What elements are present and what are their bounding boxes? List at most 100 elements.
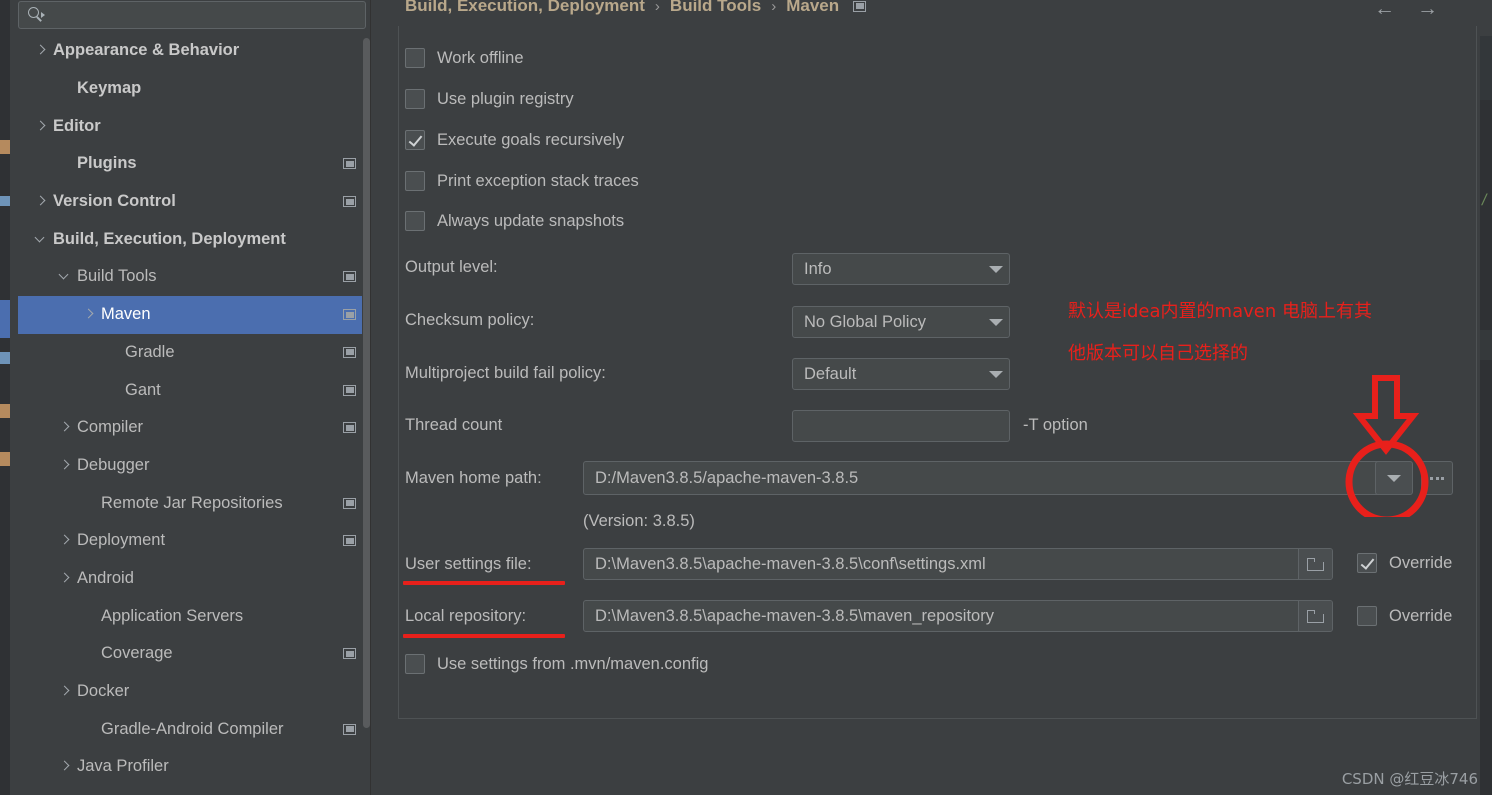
chevron-right-icon[interactable] bbox=[34, 120, 47, 133]
local-repository-input[interactable]: D:\Maven3.8.5\apache-maven-3.8.5\maven_r… bbox=[583, 600, 1333, 632]
user-settings-override-checkbox[interactable]: Override bbox=[1357, 553, 1452, 573]
maven-home-path-dropdown-button[interactable] bbox=[1375, 461, 1413, 495]
breadcrumb-item-build-tools[interactable]: Build Tools bbox=[670, 0, 761, 16]
project-scope-badge-icon bbox=[343, 384, 356, 396]
sidebar-item-label: Version Control bbox=[53, 192, 176, 211]
chevron-right-icon[interactable] bbox=[58, 534, 71, 547]
sidebar-item-application-servers[interactable]: Application Servers bbox=[18, 597, 370, 635]
project-scope-badge-icon bbox=[343, 535, 356, 547]
sidebar-item-deployment[interactable]: Deployment bbox=[18, 522, 370, 560]
thread-count-input[interactable] bbox=[792, 410, 1010, 442]
sidebar-item-maven[interactable]: Maven bbox=[18, 295, 370, 334]
sidebar-item-editor[interactable]: Editor bbox=[18, 107, 370, 145]
chevron-right-icon[interactable] bbox=[58, 685, 71, 698]
sidebar-item-label: Remote Jar Repositories bbox=[101, 493, 283, 512]
chevron-down-icon[interactable] bbox=[34, 233, 47, 246]
sidebar-item-label: Deployment bbox=[77, 531, 166, 550]
search-input[interactable] bbox=[48, 6, 365, 24]
back-arrow-icon[interactable]: ← bbox=[1374, 0, 1395, 19]
sidebar-item-android[interactable]: Android bbox=[18, 560, 370, 598]
sidebar-item-keymap[interactable]: Keymap bbox=[18, 70, 370, 108]
folder-icon bbox=[1307, 609, 1324, 623]
sidebar-item-version-control[interactable]: Version Control bbox=[18, 183, 370, 221]
sidebar-item-debugger[interactable]: Debugger bbox=[18, 447, 370, 485]
annotation-note-line-1: 默认是idea内置的maven 电脑上有其 bbox=[1068, 301, 1372, 322]
breadcrumb: Build, Execution, Deployment › Build Too… bbox=[405, 0, 867, 16]
checkbox-row-print-exception-stack-traces[interactable]: Print exception stack traces bbox=[405, 171, 639, 191]
chevron-down-icon[interactable] bbox=[58, 270, 71, 283]
multiproject-policy-value: Default bbox=[804, 364, 857, 383]
multiproject-policy-dropdown[interactable]: Default bbox=[792, 358, 1010, 390]
project-scope-badge-icon bbox=[343, 271, 356, 283]
user-settings-override-label: Override bbox=[1389, 553, 1453, 572]
maven-home-path-input[interactable]: D:/Maven3.8.5/apache-maven-3.8.5 bbox=[583, 461, 1403, 495]
sidebar-item-remote-jar-repositories[interactable]: Remote Jar Repositories bbox=[18, 484, 370, 522]
checkbox-row-always-update-snapshots[interactable]: Always update snapshots bbox=[405, 211, 624, 231]
sidebar-item-docker[interactable]: Docker bbox=[18, 673, 370, 711]
settings-search-box[interactable] bbox=[18, 1, 366, 29]
background-ide-left-strip bbox=[0, 0, 10, 795]
sidebar-item-coverage[interactable]: Coverage bbox=[18, 635, 370, 673]
local-repository-browse-button[interactable] bbox=[1298, 601, 1332, 631]
use-mvn-config-checkbox-row[interactable]: Use settings from .mvn/maven.config bbox=[405, 654, 708, 674]
search-icon bbox=[28, 7, 48, 23]
checkbox-icon bbox=[405, 171, 425, 191]
project-scope-badge-icon bbox=[343, 309, 356, 321]
settings-dialog: Appearance & Behavior Keymap Editor Plugins… bbox=[10, 0, 1480, 795]
project-scope-badge-icon bbox=[343, 723, 356, 735]
checkbox-icon bbox=[405, 48, 425, 68]
local-repository-override-checkbox[interactable]: Override bbox=[1357, 606, 1452, 626]
breadcrumb-separator-icon: › bbox=[771, 0, 777, 15]
checksum-policy-dropdown[interactable]: No Global Policy bbox=[792, 306, 1010, 338]
sidebar-item-label: Android bbox=[77, 568, 134, 587]
chevron-right-icon[interactable] bbox=[58, 760, 71, 773]
checkbox-label: Print exception stack traces bbox=[437, 171, 639, 190]
chevron-down-icon bbox=[1387, 474, 1401, 482]
output-level-dropdown[interactable]: Info bbox=[792, 253, 1010, 285]
sidebar-item-gradle[interactable]: Gradle bbox=[18, 334, 370, 372]
chevron-right-icon[interactable] bbox=[34, 44, 47, 57]
breadcrumb-item-build-execution-deployment[interactable]: Build, Execution, Deployment bbox=[405, 0, 645, 16]
breadcrumb-separator-icon: › bbox=[654, 0, 660, 15]
sidebar-item-label: Gradle-Android Compiler bbox=[101, 719, 284, 738]
user-settings-file-input[interactable]: D:\Maven3.8.5\apache-maven-3.8.5\conf\se… bbox=[583, 548, 1333, 580]
sidebar-item-java-profiler[interactable]: Java Profiler bbox=[18, 748, 370, 786]
user-settings-file-browse-button[interactable] bbox=[1298, 549, 1332, 579]
background-chip bbox=[0, 196, 10, 206]
chevron-right-icon[interactable] bbox=[58, 421, 71, 434]
maven-home-path-browse-button[interactable] bbox=[1421, 461, 1453, 495]
sidebar-item-label: Gradle bbox=[125, 342, 175, 361]
output-level-value: Info bbox=[804, 259, 832, 278]
checkbox-row-work-offline[interactable]: Work offline bbox=[405, 48, 524, 68]
checkbox-icon bbox=[1357, 606, 1377, 626]
chevron-right-icon[interactable] bbox=[58, 572, 71, 585]
sidebar-item-plugins[interactable]: Plugins bbox=[18, 145, 370, 183]
sidebar-item-compiler[interactable]: Compiler bbox=[18, 409, 370, 447]
sidebar-item-appearance-behavior[interactable]: Appearance & Behavior bbox=[18, 32, 370, 70]
sidebar-item-gradle-android-compiler[interactable]: Gradle-Android Compiler bbox=[18, 710, 370, 748]
chevron-right-icon[interactable] bbox=[82, 308, 95, 321]
folder-icon bbox=[1307, 557, 1324, 571]
sidebar-item-build-execution-deployment[interactable]: Build, Execution, Deployment bbox=[18, 220, 370, 258]
maven-version-note: (Version: 3.8.5) bbox=[583, 512, 695, 530]
maven-home-path-label: Maven home path: bbox=[405, 469, 542, 487]
user-settings-file-value: D:\Maven3.8.5\apache-maven-3.8.5\conf\se… bbox=[595, 554, 986, 573]
sidebar-scrollbar-thumb[interactable] bbox=[363, 38, 370, 728]
checkbox-label: Always update snapshots bbox=[437, 211, 625, 230]
settings-sidebar[interactable]: Appearance & Behavior Keymap Editor Plugins… bbox=[18, 32, 370, 795]
sidebar-item-gant[interactable]: Gant bbox=[18, 371, 370, 409]
sidebar-item-label: Appearance & Behavior bbox=[53, 41, 240, 60]
forward-arrow-icon[interactable]: → bbox=[1417, 0, 1438, 19]
sidebar-item-build-tools[interactable]: Build Tools bbox=[18, 258, 370, 296]
checkbox-row-execute-goals-recursively[interactable]: Execute goals recursively bbox=[405, 130, 624, 150]
sidebar-item-label: Java Profiler bbox=[77, 757, 169, 776]
user-settings-file-underline-annotation bbox=[403, 581, 565, 585]
breadcrumb-item-maven[interactable]: Maven bbox=[786, 0, 839, 16]
checkbox-row-use-plugin-registry[interactable]: Use plugin registry bbox=[405, 89, 574, 109]
chevron-right-icon[interactable] bbox=[58, 459, 71, 472]
local-repository-override-label: Override bbox=[1389, 606, 1453, 625]
chevron-right-icon[interactable] bbox=[34, 195, 47, 208]
chevron-down-icon bbox=[989, 265, 1003, 273]
local-repository-value: D:\Maven3.8.5\apache-maven-3.8.5\maven_r… bbox=[595, 606, 994, 625]
sidebar-item-label: Compiler bbox=[77, 418, 144, 437]
